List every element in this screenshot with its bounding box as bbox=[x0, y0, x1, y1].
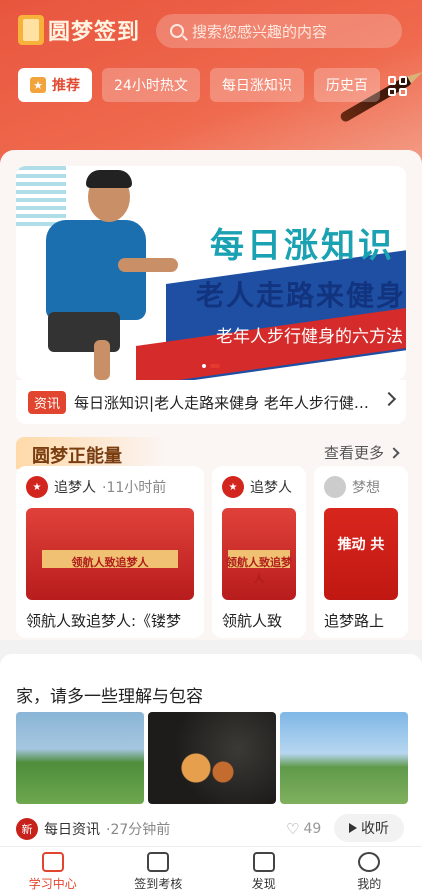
top-bar: 圆梦签到 搜索您感兴趣的内容 bbox=[0, 12, 422, 48]
news-tag: 资讯 bbox=[28, 390, 67, 414]
card-title: 追梦路上 bbox=[324, 612, 385, 630]
card-image: 领航人致追梦人 bbox=[222, 508, 296, 600]
tab-daily-knowledge[interactable]: 每日涨知识 bbox=[209, 68, 304, 102]
nav-mine[interactable]: 我的 bbox=[317, 847, 422, 896]
tab-24h-hot[interactable]: 24小时热文 bbox=[102, 68, 200, 102]
banner-subtitle: 老年人步行健身的六方法 bbox=[216, 327, 403, 347]
story-card[interactable]: ★ 追梦人 领航人致追梦人 领航人致 bbox=[212, 466, 306, 638]
card-image: 推动 共 bbox=[324, 508, 398, 600]
nav-label: 我的 bbox=[357, 876, 382, 891]
card-author: 梦想 bbox=[352, 480, 380, 496]
category-tabs: ★ 推荐 24小时热文 每日涨知识 历史百 bbox=[18, 68, 388, 104]
book-icon bbox=[41, 851, 64, 872]
banner-carousel[interactable]: 每日涨知识 老人走路来健身 老年人步行健身的六方法 bbox=[16, 166, 406, 380]
listen-button[interactable]: 收听 bbox=[334, 814, 404, 842]
tab-label: 每日涨知识 bbox=[221, 78, 292, 94]
profile-icon bbox=[358, 851, 381, 872]
card-image-text: 领航人致追梦人 bbox=[226, 556, 292, 585]
like-button[interactable]: ♡ 49 bbox=[286, 820, 321, 838]
avatar bbox=[324, 476, 346, 498]
banner-headline: 老人走路来健身 bbox=[196, 279, 406, 312]
heart-icon: ♡ bbox=[286, 820, 300, 838]
article-title: 家，请多一些理解与包容 bbox=[16, 687, 203, 707]
card-image-text: 领航人致追梦人 bbox=[71, 556, 149, 569]
source-avatar: 新 bbox=[16, 818, 38, 840]
search-input[interactable]: 搜索您感兴趣的内容 bbox=[156, 14, 402, 48]
nav-label: 学习中心 bbox=[28, 876, 77, 891]
avatar: ★ bbox=[222, 476, 244, 498]
article-photo bbox=[148, 712, 276, 804]
card-time: ·11小时前 bbox=[102, 480, 167, 496]
tab-recommend[interactable]: ★ 推荐 bbox=[18, 68, 92, 102]
story-card[interactable]: ★ 追梦人 ·11小时前 领航人致追梦人 领航人致追梦人:《镂梦 bbox=[16, 466, 204, 638]
nav-label: 签到考核 bbox=[134, 876, 183, 891]
play-icon bbox=[349, 823, 357, 833]
card-author: 追梦人 bbox=[250, 480, 292, 496]
search-placeholder: 搜索您感兴趣的内容 bbox=[192, 22, 328, 41]
tab-history[interactable]: 历史百 bbox=[313, 68, 380, 102]
listen-label: 收听 bbox=[361, 821, 389, 837]
chevron-right-icon bbox=[388, 446, 400, 459]
carousel-indicator bbox=[202, 364, 220, 368]
nav-discover[interactable]: 发现 bbox=[211, 847, 317, 896]
search-icon bbox=[170, 24, 184, 38]
article-photo bbox=[280, 712, 408, 804]
nav-checkin[interactable]: 签到考核 bbox=[106, 847, 212, 896]
nav-label: 发现 bbox=[251, 876, 276, 891]
card-image: 领航人致追梦人 bbox=[26, 508, 194, 600]
article-time: ·27分钟前 bbox=[106, 822, 171, 838]
like-count: 49 bbox=[303, 821, 322, 837]
tab-label: 24小时热文 bbox=[114, 78, 188, 94]
app-logo: 圆梦签到 bbox=[18, 14, 140, 46]
chevron-right-icon bbox=[381, 391, 397, 407]
card-header: ★ 追梦人 ·11小时前 bbox=[16, 466, 204, 508]
view-more-label: 查看更多 bbox=[323, 444, 384, 462]
banner-caption: 每日涨知识|老人走路来健身 老年人步行健身的六方法 bbox=[74, 393, 374, 412]
article-card[interactable]: 家，请多一些理解与包容 新 每日资讯 ·27分钟前 ♡ 49 收听 bbox=[0, 654, 422, 846]
section-title-text: 圆梦正能量 bbox=[32, 446, 122, 467]
banner-title: 每日涨知识 bbox=[210, 226, 395, 266]
card-header: 梦想 bbox=[314, 466, 408, 508]
article-source: 每日资讯 bbox=[44, 822, 100, 838]
banner-person-image bbox=[24, 170, 178, 380]
nav-learning-center[interactable]: 学习中心 bbox=[0, 847, 106, 896]
section-title: 圆梦正能量 bbox=[16, 437, 166, 469]
card-header: ★ 追梦人 bbox=[212, 466, 306, 508]
article-meta: 新 每日资讯 ·27分钟前 bbox=[16, 818, 170, 840]
banner-caption-row[interactable]: 资讯 每日涨知识|老人走路来健身 老年人步行健身的六方法 bbox=[16, 380, 406, 424]
tab-label: 推荐 bbox=[52, 78, 80, 94]
view-more-link[interactable]: 查看更多 bbox=[323, 442, 400, 463]
book-icon bbox=[18, 15, 44, 45]
app-title: 圆梦签到 bbox=[48, 19, 141, 45]
grid-menu-icon[interactable] bbox=[388, 76, 408, 96]
card-author: 追梦人 bbox=[54, 480, 96, 496]
bottom-navigation: 学习中心 签到考核 发现 我的 bbox=[0, 846, 422, 896]
card-image-text: 推动 共 bbox=[337, 537, 385, 553]
calendar-check-icon bbox=[147, 851, 170, 872]
tab-label: 历史百 bbox=[325, 78, 368, 94]
card-title: 领航人致追梦人:《镂梦 bbox=[26, 612, 182, 630]
card-title: 领航人致 bbox=[222, 612, 283, 630]
story-card[interactable]: 梦想 推动 共 追梦路上 bbox=[314, 466, 408, 638]
avatar: ★ bbox=[26, 476, 48, 498]
discover-icon bbox=[252, 851, 275, 872]
article-photo bbox=[16, 712, 144, 804]
star-icon: ★ bbox=[30, 77, 46, 93]
